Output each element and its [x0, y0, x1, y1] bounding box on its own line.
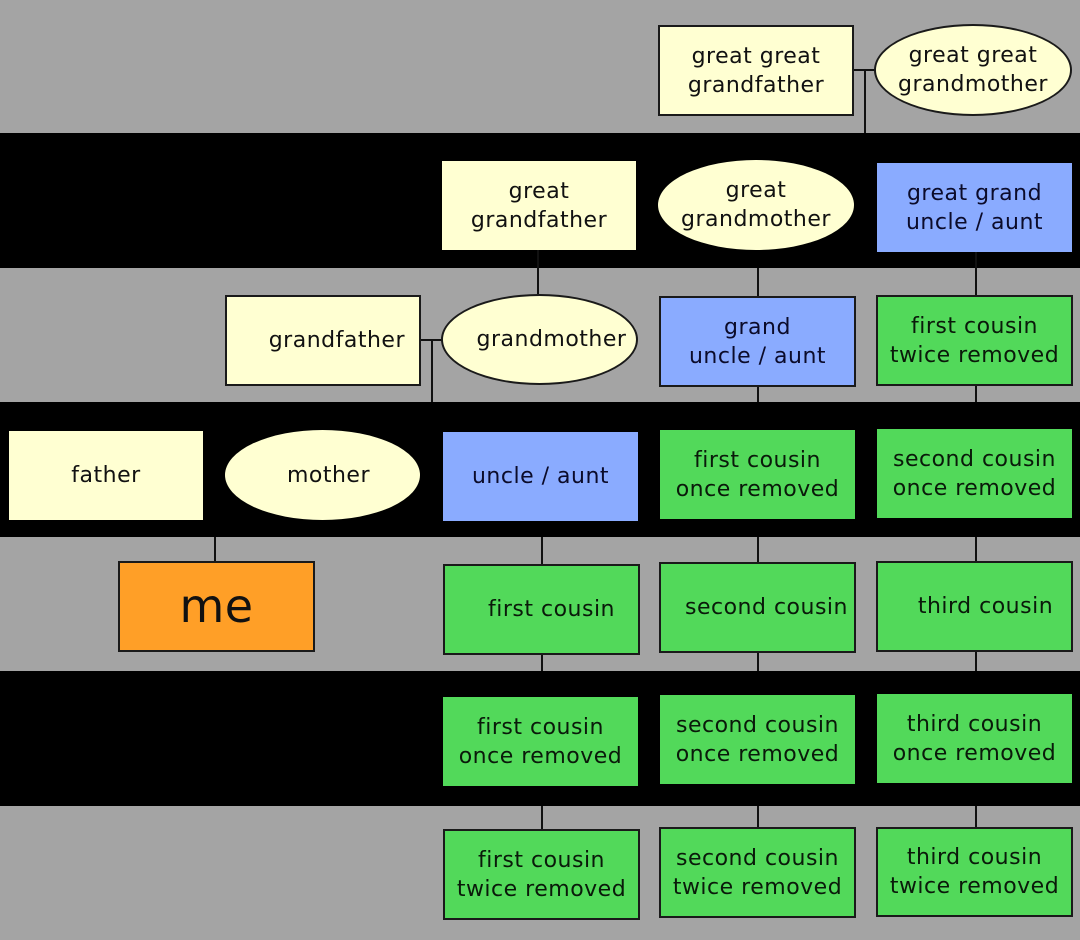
connector-line	[864, 70, 866, 133]
node-third-cousin-once-removed-down: third cousin once removed	[877, 694, 1072, 783]
connector-line	[757, 268, 759, 296]
node-grandfather: grandfather	[225, 295, 421, 386]
node-great-grand-uncle-aunt: great grand uncle / aunt	[877, 163, 1072, 252]
connector-line	[757, 806, 759, 828]
connector-line	[975, 384, 977, 402]
node-third-cousin-twice-removed-down: third cousin twice removed	[876, 827, 1073, 917]
node-great-great-grandfather: great great grandfather	[658, 25, 854, 116]
node-me: me	[118, 561, 315, 652]
connector-line	[214, 537, 216, 561]
connector-line	[975, 537, 977, 562]
connector-line	[537, 250, 539, 294]
node-first-cousin-once-removed-up: first cousin once removed	[660, 430, 855, 519]
connector-line	[541, 537, 543, 565]
node-great-grandfather: great grandfather	[442, 161, 636, 250]
node-grand-uncle-aunt: grand uncle / aunt	[659, 296, 856, 387]
connector-line	[757, 386, 759, 402]
node-second-cousin: second cousin	[659, 562, 856, 653]
connector-line	[757, 537, 759, 563]
connector-line	[975, 806, 977, 828]
connector-line	[431, 340, 433, 402]
node-grandmother: grandmother	[441, 294, 638, 385]
node-first-cousin-twice-removed-down: first cousin twice removed	[443, 829, 640, 920]
node-first-cousin: first cousin	[443, 564, 640, 655]
node-great-grandmother: great grandmother	[658, 160, 854, 250]
node-first-cousin-twice-removed-up: first cousin twice removed	[876, 295, 1073, 386]
node-third-cousin: third cousin	[876, 561, 1073, 652]
connector-line	[541, 806, 543, 830]
connector-line	[975, 651, 977, 671]
node-first-cousin-once-removed-down: first cousin once removed	[443, 697, 638, 786]
node-great-great-grandmother: great great grandmother	[874, 24, 1072, 116]
node-second-cousin-twice-removed-down: second cousin twice removed	[659, 827, 856, 918]
node-uncle-aunt: uncle / aunt	[443, 432, 638, 521]
node-second-cousin-once-removed-up: second cousin once removed	[877, 429, 1072, 518]
connector-line	[757, 652, 759, 671]
connector-line	[541, 654, 543, 671]
connector-line	[975, 250, 977, 296]
node-father: father	[9, 431, 203, 520]
node-second-cousin-once-removed-down: second cousin once removed	[660, 695, 855, 784]
node-mother: mother	[225, 430, 420, 520]
